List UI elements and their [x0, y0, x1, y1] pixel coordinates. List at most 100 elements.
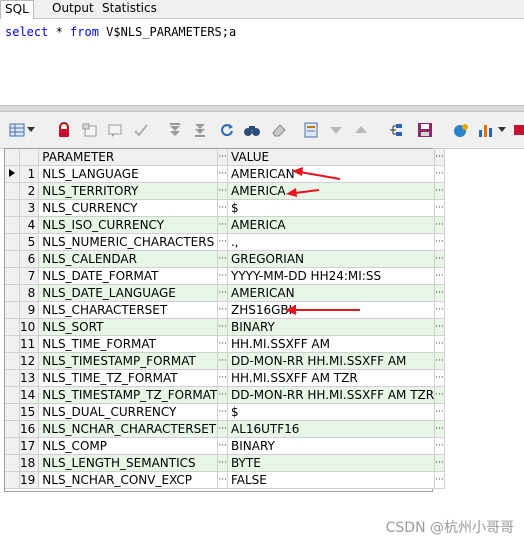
parameter-cell[interactable]: NLS_CHARACTERSET — [38, 301, 219, 319]
parameter-cell[interactable]: NLS_DUAL_CURRENCY — [38, 403, 219, 421]
table-row[interactable]: 3 NLS_CURRENCY ··· $ ··· — [5, 199, 445, 217]
cell-ellipsis-button[interactable]: ··· — [217, 199, 228, 217]
cell-ellipsis-button[interactable]: ··· — [434, 199, 445, 217]
value-cell[interactable]: AMERICA — [227, 216, 436, 234]
cell-ellipsis-button[interactable]: ··· — [217, 233, 228, 251]
query-by-example-icon[interactable] — [453, 121, 471, 139]
parameter-cell[interactable]: NLS_LENGTH_SEMANTICS — [38, 454, 219, 472]
parameter-cell[interactable]: NLS_TERRITORY — [38, 182, 219, 200]
cell-ellipsis-button[interactable]: ··· — [434, 420, 445, 438]
cell-ellipsis-button[interactable]: ··· — [434, 437, 445, 455]
table-row[interactable]: 19 NLS_NCHAR_CONV_EXCP ··· FALSE ··· — [5, 471, 445, 489]
value-cell[interactable]: BINARY — [227, 318, 436, 336]
tree-icon[interactable] — [386, 121, 404, 139]
table-row[interactable]: 17 NLS_COMP ··· BINARY ··· — [5, 437, 445, 455]
find-icon[interactable] — [243, 121, 261, 139]
cell-ellipsis-button[interactable]: ··· — [217, 267, 228, 285]
value-cell[interactable]: DD-MON-RR HH.MI.SSXFF AM TZR — [227, 386, 436, 404]
cell-ellipsis-button[interactable]: ··· — [217, 386, 228, 404]
value-cell[interactable]: HH.MI.SSXFF AM — [227, 335, 436, 353]
cell-ellipsis-button[interactable]: ··· — [434, 182, 445, 200]
table-row[interactable]: 5 NLS_NUMERIC_CHARACTERS ···., ··· — [5, 233, 445, 251]
previous-page-icon[interactable] — [352, 121, 370, 139]
clear-icon[interactable] — [270, 121, 288, 139]
cell-ellipsis-button[interactable]: ··· — [434, 233, 445, 251]
insert-record-icon[interactable] — [81, 121, 99, 139]
table-row[interactable]: 7 NLS_DATE_FORMAT ··· YYYY-MM-DD HH24:MI:SS… — [5, 267, 445, 285]
cell-ellipsis-button[interactable]: ··· — [434, 386, 445, 404]
cell-ellipsis-button[interactable]: ··· — [434, 454, 445, 472]
table-row[interactable]: 9 NLS_CHARACTERSET ··· ZHS16GBK ··· — [5, 301, 445, 319]
single-record-view-icon[interactable] — [302, 121, 320, 139]
cell-ellipsis-button[interactable]: ··· — [217, 335, 228, 353]
value-cell[interactable]: FALSE — [227, 471, 436, 489]
parameter-cell[interactable]: NLS_NUMERIC_CHARACTERS — [38, 233, 219, 251]
column-header-value[interactable]: VALUE — [227, 149, 436, 166]
value-cell[interactable]: DD-MON-RR HH.MI.SSXFF AM — [227, 352, 436, 370]
cell-ellipsis-button[interactable]: ··· — [217, 437, 228, 455]
cell-ellipsis-button[interactable]: ··· — [217, 352, 228, 370]
post-changes-icon[interactable] — [132, 121, 150, 139]
value-cell[interactable]: YYYY-MM-DD HH24:MI:SS — [227, 267, 436, 285]
cell-ellipsis-button[interactable]: ··· — [434, 250, 445, 268]
value-cell[interactable]: $ — [227, 199, 436, 217]
parameter-cell[interactable]: NLS_TIME_TZ_FORMAT — [38, 369, 219, 387]
cell-ellipsis-button[interactable]: ··· — [434, 216, 445, 234]
parameter-cell[interactable]: NLS_SORT — [38, 318, 219, 336]
first-record-icon[interactable] — [166, 121, 184, 139]
cell-ellipsis-button[interactable]: ··· — [434, 352, 445, 370]
cell-ellipsis-button[interactable]: ··· — [217, 403, 228, 421]
parameter-cell[interactable]: NLS_COMP — [38, 437, 219, 455]
parameter-cell[interactable]: NLS_TIME_FORMAT — [38, 335, 219, 353]
chart-dropdown-arrow-icon[interactable] — [497, 121, 507, 139]
cell-ellipsis-button[interactable]: ··· — [434, 471, 445, 489]
parameter-cell[interactable]: NLS_NCHAR_CONV_EXCP — [38, 471, 219, 489]
table-row[interactable]: 8 NLS_DATE_LANGUAGE ··· AMERICAN ··· — [5, 284, 445, 302]
table-row[interactable]: 6 NLS_CALENDAR ··· GREGORIAN ··· — [5, 250, 445, 268]
chart-icon[interactable] — [477, 121, 495, 139]
dropdown-arrow-icon[interactable] — [26, 121, 36, 139]
cell-ellipsis-button[interactable]: ··· — [217, 471, 228, 489]
table-row[interactable]: 16 NLS_NCHAR_CHARACTERSET ··· AL16UTF16 ··· — [5, 420, 445, 438]
parameter-cell[interactable]: NLS_CALENDAR — [38, 250, 219, 268]
export-icon[interactable] — [513, 121, 524, 139]
cell-ellipsis-button[interactable]: ··· — [434, 165, 445, 183]
result-grid[interactable]: PARAMETER ··· VALUE ··· 1 NLS_LANGUAGE ···… — [4, 148, 445, 492]
save-icon[interactable] — [416, 121, 434, 139]
parameter-cell[interactable]: NLS_TIMESTAMP_FORMAT — [38, 352, 219, 370]
table-row[interactable]: 12 NLS_TIMESTAMP_FORMAT ··· DD-MON-RR HH.MI… — [5, 352, 445, 370]
cell-ellipsis-button[interactable]: ··· — [217, 165, 228, 183]
cell-ellipsis-button[interactable]: ··· — [434, 318, 445, 336]
cell-ellipsis-button[interactable]: ··· — [217, 182, 228, 200]
value-cell[interactable]: HH.MI.SSXFF AM TZR — [227, 369, 436, 387]
parameter-cell[interactable]: NLS_LANGUAGE — [38, 165, 219, 183]
cell-ellipsis-button[interactable]: ··· — [217, 250, 228, 268]
grid-options-icon[interactable] — [8, 121, 26, 139]
parameter-cell[interactable]: NLS_NCHAR_CHARACTERSET — [38, 420, 219, 438]
cell-ellipsis-button[interactable]: ··· — [434, 284, 445, 302]
lock-icon[interactable] — [55, 121, 73, 139]
cell-ellipsis-button[interactable]: ··· — [217, 216, 228, 234]
value-cell[interactable]: GREGORIAN — [227, 250, 436, 268]
table-row[interactable]: 15 NLS_DUAL_CURRENCY ··· $ ··· — [5, 403, 445, 421]
table-row[interactable]: 14 NLS_TIMESTAMP_TZ_FORMAT ··· DD-MON-RR HH… — [5, 386, 445, 404]
parameter-cell[interactable]: NLS_DATE_FORMAT — [38, 267, 219, 285]
value-cell[interactable]: $ — [227, 403, 436, 421]
table-row[interactable]: 18 NLS_LENGTH_SEMANTICS ··· BYTE ··· — [5, 454, 445, 472]
last-record-icon[interactable] — [191, 121, 209, 139]
cell-ellipsis-button[interactable]: ··· — [434, 403, 445, 421]
table-row[interactable]: 2 NLS_TERRITORY ··· AMERICA ··· — [5, 182, 445, 200]
cell-ellipsis-button[interactable]: ··· — [217, 284, 228, 302]
parameter-cell[interactable]: NLS_TIMESTAMP_TZ_FORMAT — [38, 386, 219, 404]
sql-text[interactable]: select * from V$NLS_PARAMETERS;a — [5, 25, 236, 39]
next-page-icon[interactable] — [327, 121, 345, 139]
tab-sql[interactable]: SQL — [0, 0, 34, 20]
cell-ellipsis-button[interactable]: ··· — [434, 267, 445, 285]
sql-editor[interactable]: select * from V$NLS_PARAMETERS;a — [0, 19, 524, 105]
table-row[interactable]: 11 NLS_TIME_FORMAT ··· HH.MI.SSXFF AM ··· — [5, 335, 445, 353]
value-cell[interactable]: AMERICAN — [227, 284, 436, 302]
refresh-icon[interactable] — [218, 121, 236, 139]
cell-ellipsis-button[interactable]: ··· — [217, 369, 228, 387]
cell-ellipsis-button[interactable]: ··· — [434, 369, 445, 387]
cell-ellipsis-button[interactable]: ··· — [217, 420, 228, 438]
